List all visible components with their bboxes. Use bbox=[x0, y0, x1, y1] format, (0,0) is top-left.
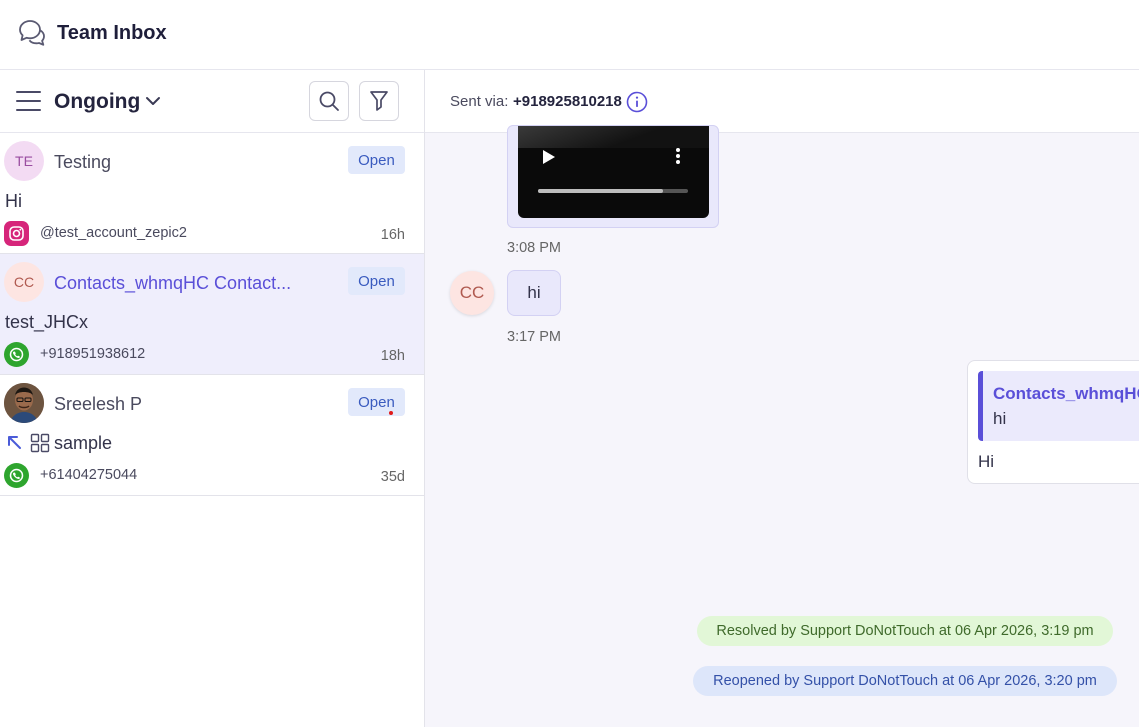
status-badge: Open bbox=[348, 267, 405, 295]
resolved-event-pill: Resolved by Support DoNotTouch at 06 Apr… bbox=[697, 616, 1113, 646]
chevron-down-icon[interactable] bbox=[144, 92, 162, 110]
sent-via-label: Sent via: bbox=[450, 93, 509, 110]
instagram-icon bbox=[4, 221, 29, 246]
more-options-icon[interactable] bbox=[675, 148, 681, 166]
message-preview: Hi bbox=[5, 191, 22, 211]
app-title: Team Inbox bbox=[57, 22, 167, 44]
message-timestamp: 3:08 PM bbox=[507, 240, 561, 256]
whatsapp-icon bbox=[4, 342, 29, 367]
search-button[interactable] bbox=[309, 81, 349, 121]
video-player[interactable] bbox=[518, 126, 709, 218]
chat-panel: Sent via: +918925810218 3:08 PM CC hi 3:… bbox=[425, 70, 1139, 727]
sent-via-number: +918925810218 bbox=[513, 93, 622, 110]
quoted-message[interactable]: Contacts_whmqHC hi bbox=[978, 371, 1139, 441]
outgoing-message-bubble: Contacts_whmqHC hi Hi bbox=[967, 360, 1139, 484]
last-activity-time: 35d bbox=[380, 469, 405, 485]
reopened-event-pill: Reopened by Support DoNotTouch at 06 Apr… bbox=[693, 666, 1117, 696]
last-activity-time: 18h bbox=[380, 348, 405, 364]
message-preview: sample bbox=[54, 433, 113, 453]
message-preview: test_JHCx bbox=[5, 312, 89, 332]
last-activity-time: 16h bbox=[380, 227, 405, 243]
message-timestamp: 3:17 PM bbox=[507, 329, 561, 345]
status-badge: Open bbox=[348, 388, 405, 416]
avatar: CC bbox=[450, 271, 494, 315]
conversation-item[interactable]: TE Testing Open Hi @test_account_zepic2 … bbox=[0, 133, 424, 254]
status-badge: Open bbox=[348, 146, 405, 174]
video-progress-bar[interactable] bbox=[538, 189, 688, 193]
avatar: TE bbox=[4, 141, 44, 181]
funnel-icon bbox=[370, 91, 388, 111]
contact-handle: +61404275044 bbox=[40, 467, 138, 483]
quoted-sender-name: Contacts_whmqHC bbox=[993, 384, 1139, 403]
contact-name: Sreelesh P bbox=[54, 394, 143, 414]
chat-bubbles-icon bbox=[19, 20, 45, 46]
contact-handle: +918951938612 bbox=[40, 346, 146, 362]
whatsapp-icon bbox=[4, 463, 29, 488]
conversation-filter-dropdown[interactable]: Ongoing bbox=[54, 90, 140, 114]
video-progress-fill bbox=[538, 189, 663, 193]
template-icon bbox=[30, 433, 50, 453]
chat-header: Sent via: +918925810218 bbox=[425, 70, 1139, 133]
conversation-item[interactable]: Sreelesh P Open sample +61404275044 35d bbox=[0, 375, 424, 496]
message-text: Hi bbox=[978, 452, 995, 471]
incoming-message-bubble: hi bbox=[507, 270, 561, 316]
unread-dot bbox=[389, 411, 393, 415]
list-header: Ongoing bbox=[0, 70, 424, 133]
contact-name: Contacts_whmqHC Contact... bbox=[54, 273, 292, 293]
conversation-item[interactable]: CC Contacts_whmqHC Contact... Open test_… bbox=[0, 254, 424, 375]
avatar bbox=[4, 383, 44, 423]
app-header: Team Inbox bbox=[0, 0, 1139, 70]
info-icon[interactable] bbox=[626, 91, 648, 113]
menu-icon[interactable] bbox=[16, 91, 41, 111]
quoted-text: hi bbox=[993, 409, 1007, 428]
contact-name: Testing bbox=[54, 152, 112, 172]
play-icon[interactable] bbox=[542, 149, 556, 165]
filter-button[interactable] bbox=[359, 81, 399, 121]
search-icon bbox=[319, 91, 339, 111]
outgoing-arrow-icon bbox=[8, 436, 21, 449]
conversation-list-panel: Ongoing TE Testing Open Hi @test_account… bbox=[0, 70, 425, 727]
video-frame bbox=[518, 126, 709, 148]
video-message bbox=[507, 125, 719, 228]
avatar: CC bbox=[4, 262, 44, 302]
contact-handle: @test_account_zepic2 bbox=[40, 225, 187, 241]
